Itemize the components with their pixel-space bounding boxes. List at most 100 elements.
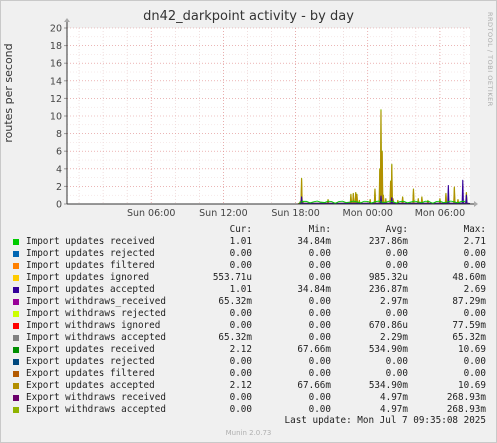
- legend-swatch: [13, 239, 19, 245]
- legend-max-value: 0.00: [463, 308, 486, 319]
- legend-cur-value: 0.00: [229, 368, 252, 379]
- legend-min-value: 0.00: [308, 296, 331, 307]
- legend-cur-value: 2.12: [229, 380, 252, 391]
- legend-max-value: 10.69: [458, 344, 486, 355]
- legend-cur-value: 0.00: [229, 392, 252, 403]
- legend-avg-value: 0.00: [385, 356, 408, 367]
- legend-series-name: Import withdraws rejected: [26, 308, 166, 319]
- legend-max-value: 2.71: [463, 236, 486, 247]
- y-tick-label: 0: [56, 200, 62, 211]
- legend-header-avg: Avg:: [385, 224, 408, 235]
- legend-max-value: 0.00: [463, 356, 486, 367]
- y-tick-label: 8: [56, 129, 62, 140]
- legend-row: Import updates accepted 1.01 34.84m 236.87m…: [0, 284, 497, 296]
- legend-swatch: [13, 275, 19, 281]
- legend-min-value: 67.66m: [297, 380, 331, 391]
- x-tick-label: Sun 12:00: [199, 208, 247, 219]
- legend-max-value: 268.93m: [446, 404, 486, 415]
- legend-series-name: Import updates accepted: [26, 284, 155, 295]
- legend-avg-value: 4.97m: [380, 404, 408, 415]
- legend-max-value: 268.93m: [446, 392, 486, 403]
- legend-cur-value: 1.01: [229, 284, 252, 295]
- legend-series-name: Import updates rejected: [26, 248, 155, 259]
- legend-swatch: [13, 371, 19, 377]
- legend-row: Import withdraws accepted 65.32m 0.00 2.29m…: [0, 332, 497, 344]
- y-axis-arrow: [64, 18, 70, 22]
- legend-series-name: Import updates received: [26, 236, 155, 247]
- legend-avg-value: 0.00: [385, 368, 408, 379]
- legend-max-value: 87.29m: [452, 296, 486, 307]
- legend-cur-value: 0.00: [229, 260, 252, 271]
- legend-series-name: Import withdraws ignored: [26, 320, 161, 331]
- legend-row: Export updates accepted 2.12 67.66m 534.90m…: [0, 380, 497, 392]
- legend-min-value: 0.00: [308, 332, 331, 343]
- legend-swatch: [13, 323, 19, 329]
- legend-series-name: Import withdraws_received: [26, 296, 166, 307]
- legend-max-value: 0.00: [463, 248, 486, 259]
- y-tick-label: 6: [56, 147, 62, 158]
- legend-swatch: [13, 311, 19, 317]
- legend-min-value: 0.00: [308, 368, 331, 379]
- legend-avg-value: 4.97m: [380, 392, 408, 403]
- legend-row: Export updates filtered 0.00 0.00 0.00 0.00: [0, 368, 497, 380]
- legend-row: Import updates rejected 0.00 0.00 0.00 0.00: [0, 248, 497, 260]
- legend-cur-value: 0.00: [229, 308, 252, 319]
- legend-max-value: 2.69: [463, 284, 486, 295]
- plot-area: 0 2 4 6 8 10 12 14 16 18 20 Sun 06:00 Sun 12:00 Sun 1…: [50, 18, 478, 219]
- y-tick-label: 12: [50, 94, 62, 105]
- legend-series-name: Export withdraws accepted: [26, 404, 166, 415]
- legend-max-value: 0.00: [463, 368, 486, 379]
- y-tick-label: 10: [50, 112, 62, 123]
- y-tick-label: 16: [50, 59, 62, 70]
- legend-swatch: [13, 335, 19, 341]
- legend-min-value: 34.84m: [297, 284, 331, 295]
- legend-max-value: 48.60m: [452, 272, 486, 283]
- legend-series-name: Export updates accepted: [26, 380, 155, 391]
- legend-series-name: Import updates ignored: [26, 272, 150, 283]
- legend-cur-value: 0.00: [229, 248, 252, 259]
- legend-swatch: [13, 251, 19, 257]
- legend-cur-value: 0.00: [229, 356, 252, 367]
- legend-cur-value: 1.01: [229, 236, 252, 247]
- y-tick-label: 2: [56, 182, 62, 193]
- legend-swatch: [13, 407, 19, 413]
- legend-row: Import withdraws rejected 0.00 0.00 0.00 0.0…: [0, 308, 497, 320]
- legend-min-value: 0.00: [308, 308, 331, 319]
- legend-row: Import withdraws ignored 0.00 0.00 670.86u 7…: [0, 320, 497, 332]
- legend-cur-value: 2.12: [229, 344, 252, 355]
- legend-min-value: 0.00: [308, 356, 331, 367]
- legend-series-name: Export updates received: [26, 344, 155, 355]
- y-tick-label: 4: [56, 164, 62, 175]
- legend-min-value: 0.00: [308, 392, 331, 403]
- legend-avg-value: 0.00: [385, 308, 408, 319]
- legend-min-value: 0.00: [308, 272, 331, 283]
- legend-cur-value: 553.71u: [212, 272, 252, 283]
- legend-swatch: [13, 359, 19, 365]
- legend-swatch: [13, 395, 19, 401]
- legend-cur-value: 65.32m: [218, 332, 252, 343]
- legend-series-name: Import updates filtered: [26, 260, 155, 271]
- legend-avg-value: 2.97m: [380, 296, 408, 307]
- legend-row: Import updates ignored 553.71u 0.00 985.32u…: [0, 272, 497, 284]
- legend-swatch: [13, 383, 19, 389]
- legend-avg-value: 534.90m: [368, 380, 408, 391]
- y-tick-label: 20: [50, 24, 62, 35]
- legend-max-value: 77.59m: [452, 320, 486, 331]
- legend-series-name: Export updates filtered: [26, 368, 155, 379]
- legend-row: Import updates received 1.01 34.84m 237.86m…: [0, 236, 497, 248]
- legend-min-value: 0.00: [308, 404, 331, 415]
- x-tick-label: Mon 06:00: [415, 208, 465, 219]
- legend-header-cur: Cur:: [229, 224, 252, 235]
- last-update: Last update: Mon Jul 7 09:35:08 2025: [284, 415, 487, 426]
- legend-min-value: 0.00: [308, 260, 331, 271]
- legend-swatch: [13, 347, 19, 353]
- legend-max-value: 65.32m: [452, 332, 486, 343]
- legend-row: Import withdraws_received 65.32m 0.00 2.97m…: [0, 296, 497, 308]
- legend-cur-value: 65.32m: [218, 296, 252, 307]
- legend-swatch: [13, 299, 19, 305]
- legend-header: Cur: Min: Avg: Max:: [0, 224, 497, 236]
- legend-min-value: 67.66m: [297, 344, 331, 355]
- legend-swatch: [13, 287, 19, 293]
- legend-avg-value: 534.90m: [368, 344, 408, 355]
- y-tick-label: 14: [50, 76, 62, 87]
